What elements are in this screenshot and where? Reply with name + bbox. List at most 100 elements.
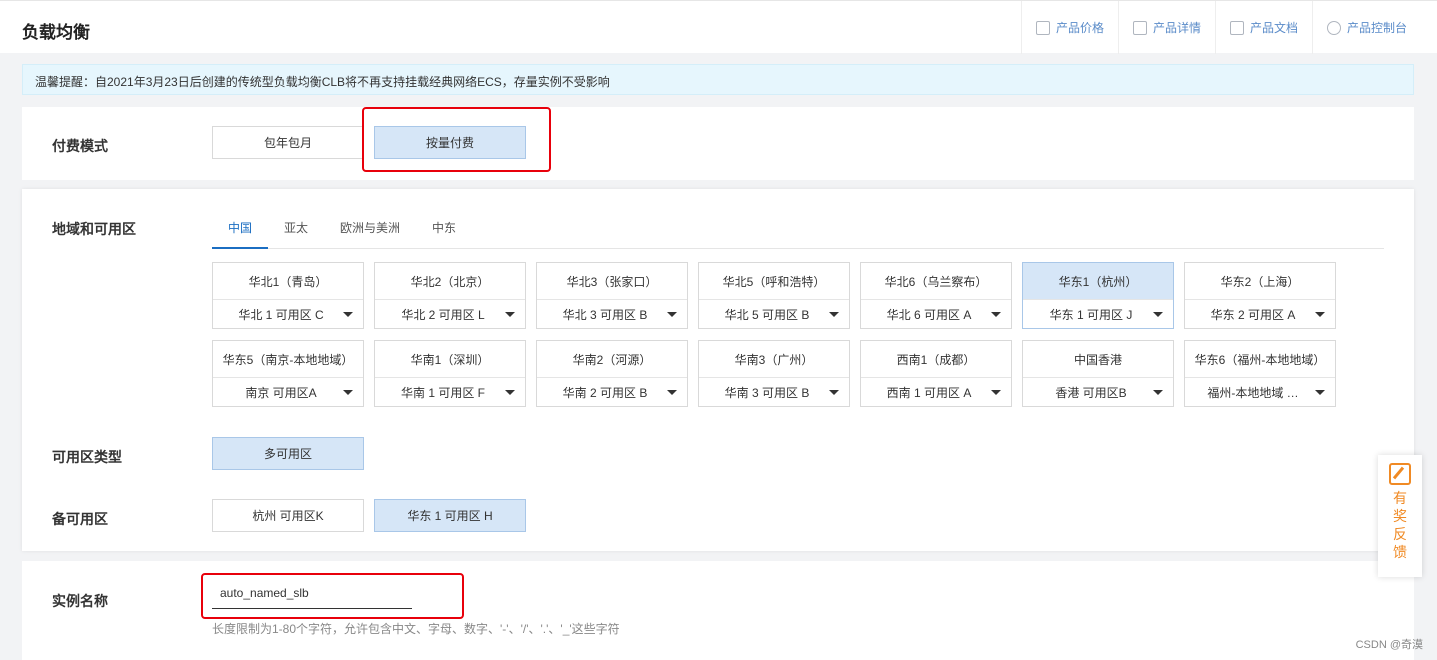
- chevron-down-icon: [505, 311, 515, 317]
- feedback-button[interactable]: 有奖反馈: [1378, 455, 1422, 577]
- backup-zone-label: 备可用区: [52, 511, 108, 527]
- zone-select[interactable]: 西南 1 可用区 A: [861, 378, 1011, 406]
- region-name[interactable]: 华北1（青岛）: [213, 263, 363, 300]
- tab-middle-east[interactable]: 中东: [416, 217, 472, 249]
- zone-select-value: 香港 可用区B: [1055, 385, 1127, 400]
- region-card[interactable]: 华东5（南京-本地地域） 南京 可用区A: [212, 340, 364, 407]
- link-product-detail[interactable]: 产品详情: [1117, 1, 1215, 54]
- tab-china[interactable]: 中国: [212, 217, 269, 249]
- highlight-box: [362, 107, 551, 172]
- region-card[interactable]: 华北1（青岛） 华北 1 可用区 C: [212, 262, 364, 329]
- link-label: 产品价格: [1055, 21, 1104, 35]
- header-links: 产品价格 产品详情 产品文档 产品控制台: [1020, 1, 1421, 54]
- doc-icon: [1229, 20, 1244, 35]
- zone-select-value: 福州-本地地域 …: [1207, 385, 1299, 400]
- zone-select-value: 华北 3 可用区 B: [562, 307, 648, 322]
- zone-select-value: 华南 2 可用区 B: [562, 385, 648, 400]
- tab-asia-pacific[interactable]: 亚太: [268, 217, 324, 249]
- highlight-box: [201, 573, 464, 619]
- region-name[interactable]: 华南1（深圳）: [375, 341, 525, 378]
- region-card[interactable]: 华北3（张家口） 华北 3 可用区 B: [536, 262, 688, 329]
- zone-select[interactable]: 华北 1 可用区 C: [213, 300, 363, 328]
- zone-select[interactable]: 华东 2 可用区 A: [1185, 300, 1335, 328]
- chevron-down-icon: [829, 311, 839, 317]
- region-card[interactable]: 华北5（呼和浩特） 华北 5 可用区 B: [698, 262, 850, 329]
- region-card[interactable]: 华东1（杭州） 华东 1 可用区 J: [1022, 262, 1174, 329]
- region-name[interactable]: 西南1（成都）: [861, 341, 1011, 378]
- chevron-down-icon: [991, 311, 1001, 317]
- link-product-price[interactable]: 产品价格: [1020, 1, 1118, 54]
- region-card[interactable]: 华南2（河源） 华南 2 可用区 B: [536, 340, 688, 407]
- notice-banner: 温馨提醒：自2021年3月23日后创建的传统型负载均衡CLB将不再支持挂载经典网…: [22, 64, 1414, 95]
- backup-zone-option-k[interactable]: 杭州 可用区K: [212, 499, 364, 532]
- region-tabs: 中国 亚太 欧洲与美洲 中东: [212, 217, 1384, 249]
- chevron-down-icon: [667, 311, 677, 317]
- instance-name-hint: 长度限制为1-80个字符，允许包含中文、字母、数字、'-'、'/'、'.'、'_…: [212, 622, 620, 636]
- billing-section: 付费模式 包年包月 按量付费: [22, 107, 1414, 180]
- instance-name-label: 实例名称: [52, 593, 108, 609]
- region-card[interactable]: 华北6（乌兰察布） 华北 6 可用区 A: [860, 262, 1012, 329]
- zone-type-option-multi[interactable]: 多可用区: [212, 437, 364, 470]
- zone-select-value: 华南 1 可用区 F: [400, 385, 485, 400]
- region-card[interactable]: 华南1（深圳） 华南 1 可用区 F: [374, 340, 526, 407]
- chevron-down-icon: [1315, 311, 1325, 317]
- zone-select-value: 华南 3 可用区 B: [724, 385, 810, 400]
- region-card[interactable]: 华东2（上海） 华东 2 可用区 A: [1184, 262, 1336, 329]
- region-name[interactable]: 华北2（北京）: [375, 263, 525, 300]
- region-card[interactable]: 华南3（广州） 华南 3 可用区 B: [698, 340, 850, 407]
- region-name[interactable]: 华北6（乌兰察布）: [861, 263, 1011, 300]
- chevron-down-icon: [343, 389, 353, 395]
- region-name[interactable]: 华南3（广州）: [699, 341, 849, 378]
- zone-select[interactable]: 福州-本地地域 …: [1185, 378, 1335, 406]
- zone-select[interactable]: 华北 6 可用区 A: [861, 300, 1011, 328]
- zone-select[interactable]: 华北 2 可用区 L: [375, 300, 525, 328]
- region-name[interactable]: 华东6（福州-本地地域）: [1185, 341, 1335, 378]
- page-title: 负载均衡: [22, 23, 90, 42]
- zone-select-value: 华东 1 可用区 J: [1049, 307, 1133, 322]
- watermark: CSDN @奇漠: [1355, 639, 1423, 651]
- link-product-console[interactable]: 产品控制台: [1311, 1, 1421, 54]
- zone-select-value: 华北 5 可用区 B: [724, 307, 810, 322]
- zone-select-value: 华北 2 可用区 L: [401, 307, 485, 322]
- billing-option-subscription[interactable]: 包年包月: [212, 126, 364, 159]
- zone-select[interactable]: 华南 2 可用区 B: [537, 378, 687, 406]
- region-name[interactable]: 华北5（呼和浩特）: [699, 263, 849, 300]
- chevron-down-icon: [991, 389, 1001, 395]
- tab-europe-america[interactable]: 欧洲与美洲: [324, 217, 416, 249]
- region-card[interactable]: 西南1（成都） 西南 1 可用区 A: [860, 340, 1012, 407]
- region-name[interactable]: 华南2（河源）: [537, 341, 687, 378]
- zone-select-value: 华北 6 可用区 A: [886, 307, 972, 322]
- zone-select[interactable]: 华南 1 可用区 F: [375, 378, 525, 406]
- chevron-down-icon: [667, 389, 677, 395]
- chevron-down-icon: [1153, 389, 1163, 395]
- zone-select[interactable]: 华东 1 可用区 J: [1023, 300, 1173, 328]
- zone-select-value: 南京 可用区A: [245, 385, 317, 400]
- region-name[interactable]: 华东5（南京-本地地域）: [213, 341, 363, 378]
- zone-select-value: 华东 2 可用区 A: [1210, 307, 1296, 322]
- zone-select[interactable]: 华南 3 可用区 B: [699, 378, 849, 406]
- document-icon: [1035, 20, 1050, 35]
- chevron-down-icon: [505, 389, 515, 395]
- region-card[interactable]: 中国香港香港 可用区B: [1022, 340, 1174, 407]
- backup-zone-option-h[interactable]: 华东 1 可用区 H: [374, 499, 526, 532]
- region-name[interactable]: 中国香港: [1023, 341, 1173, 378]
- gear-icon: [1326, 20, 1341, 35]
- link-product-doc[interactable]: 产品文档: [1214, 1, 1312, 54]
- zone-type-label: 可用区类型: [52, 449, 122, 465]
- region-name[interactable]: 华东1（杭州）: [1023, 263, 1173, 300]
- page-header: 负载均衡 产品价格 产品详情 产品文档 产品控制台: [0, 0, 1437, 54]
- zone-select[interactable]: 香港 可用区B: [1023, 378, 1173, 406]
- region-name[interactable]: 华东2（上海）: [1185, 263, 1335, 300]
- zone-select[interactable]: 南京 可用区A: [213, 378, 363, 406]
- region-name[interactable]: 华北3（张家口）: [537, 263, 687, 300]
- zone-select[interactable]: 华北 3 可用区 B: [537, 300, 687, 328]
- region-section: 地域和可用区 中国 亚太 欧洲与美洲 中东 华北1（青岛） 华北 1 可用区 C华…: [22, 189, 1414, 551]
- region-card[interactable]: 华北2（北京） 华北 2 可用区 L: [374, 262, 526, 329]
- region-card[interactable]: 华东6（福州-本地地域） 福州-本地地域 …: [1184, 340, 1336, 407]
- billing-label: 付费模式: [52, 138, 108, 154]
- list-icon: [1132, 20, 1147, 35]
- region-grid: 华北1（青岛） 华北 1 可用区 C 华北2（北京） 华北 2 可用区 L 华北3（张家…: [212, 262, 1336, 407]
- zone-select[interactable]: 华北 5 可用区 B: [699, 300, 849, 328]
- link-label: 产品文档: [1249, 21, 1298, 35]
- zone-select-value: 华北 1 可用区 C: [238, 307, 324, 322]
